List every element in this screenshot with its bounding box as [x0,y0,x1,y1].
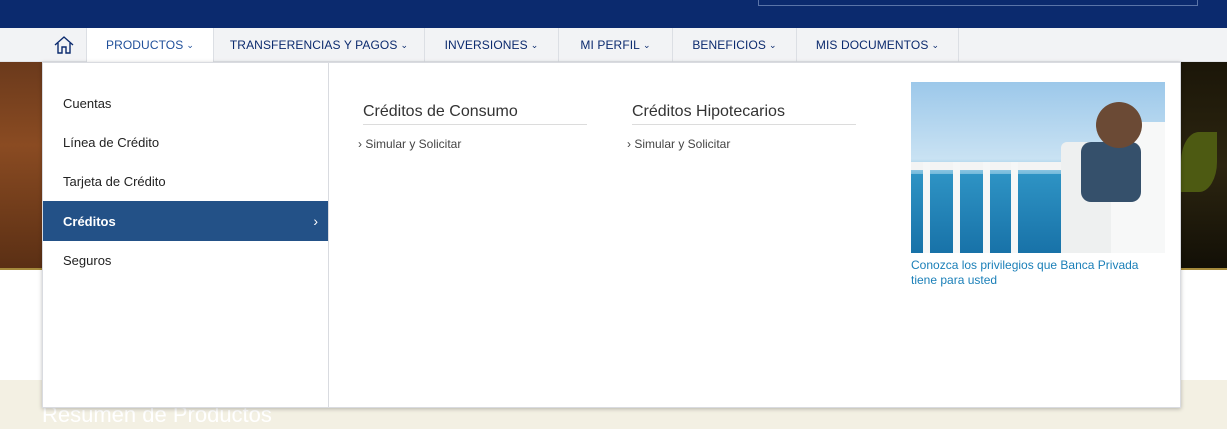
leaf-decoration [1181,132,1217,192]
category-cuentas[interactable]: Cuentas [43,83,328,123]
chevron-down-icon: ⌄ [186,39,194,50]
category-tarjeta-credito[interactable]: Tarjeta de Crédito [43,161,328,201]
promo-link[interactable]: Conozca los privilegios que Banca Privad… [911,258,1166,288]
railing-post [923,162,930,253]
top-header-bar [0,0,1227,28]
person-shirt [1081,142,1141,202]
promo-banner[interactable]: Conozca los privilegios que Banca Privad… [911,82,1166,288]
column-creditos-hipotecarios: Créditos Hipotecarios › Simular y Solici… [627,103,856,151]
nav-mis-documentos-label: MIS DOCUMENTOS [815,38,929,52]
nav-transferencias[interactable]: TRANSFERENCIAS Y PAGOS ⌄ [214,28,425,62]
main-nav: PRODUCTOS ⌄ TRANSFERENCIAS Y PAGOS ⌄ INVER… [0,28,1227,62]
nav-home-button[interactable] [42,28,87,62]
chevron-down-icon: ⌄ [931,39,940,50]
nav-inversiones-label: INVERSIONES [444,38,528,52]
nav-mis-documentos[interactable]: MIS DOCUMENTOS ⌄ [797,28,959,62]
hero-right-image [1177,62,1227,270]
category-label: Tarjeta de Crédito [63,173,166,189]
railing-post [1011,162,1018,253]
category-label: Créditos [63,213,116,229]
simular-solicitar-link[interactable]: › Simular y Solicitar [358,137,587,151]
hero-left-image [0,62,44,270]
chevron-down-icon: ⌄ [642,39,651,50]
promo-image[interactable] [911,82,1165,253]
nav-mi-perfil[interactable]: MI PERFIL ⌄ [559,28,673,62]
home-icon [54,36,74,54]
railing-post [953,162,960,253]
nav-mi-perfil-label: MI PERFIL [580,38,640,52]
header-search-box[interactable] [758,0,1198,6]
category-seguros[interactable]: Seguros [43,240,328,280]
nav-productos-label: PRODUCTOS [105,38,184,52]
category-label: Línea de Crédito [63,134,160,150]
column-title: Créditos de Consumo [363,103,587,125]
chevron-down-icon: ⌄ [400,39,409,50]
category-label: Seguros [63,252,112,268]
category-creditos[interactable]: Créditos › [43,201,328,241]
nav-beneficios-label: BENEFICIOS [692,38,767,52]
nav-inversiones[interactable]: INVERSIONES ⌄ [425,28,559,62]
person-head [1096,102,1142,148]
nav-transferencias-label: TRANSFERENCIAS Y PAGOS [229,38,398,52]
products-mega-menu: Cuentas Línea de Crédito Tarjeta de Créd… [42,62,1181,408]
nav-beneficios[interactable]: BENEFICIOS ⌄ [673,28,797,62]
column-creditos-consumo: Créditos de Consumo › Simular y Solicita… [358,103,587,151]
chevron-right-icon: › [313,213,318,229]
simular-solicitar-link[interactable]: › Simular y Solicitar [627,137,856,151]
column-title: Créditos Hipotecarios [632,103,856,125]
category-list: Cuentas Línea de Crédito Tarjeta de Créd… [43,63,329,407]
category-label: Cuentas [63,95,112,111]
chevron-down-icon: ⌄ [530,39,539,50]
category-linea-credito[interactable]: Línea de Crédito [43,122,328,162]
nav-productos[interactable]: PRODUCTOS ⌄ [87,28,214,62]
chevron-down-icon: ⌄ [769,39,777,50]
railing-post [983,162,990,253]
